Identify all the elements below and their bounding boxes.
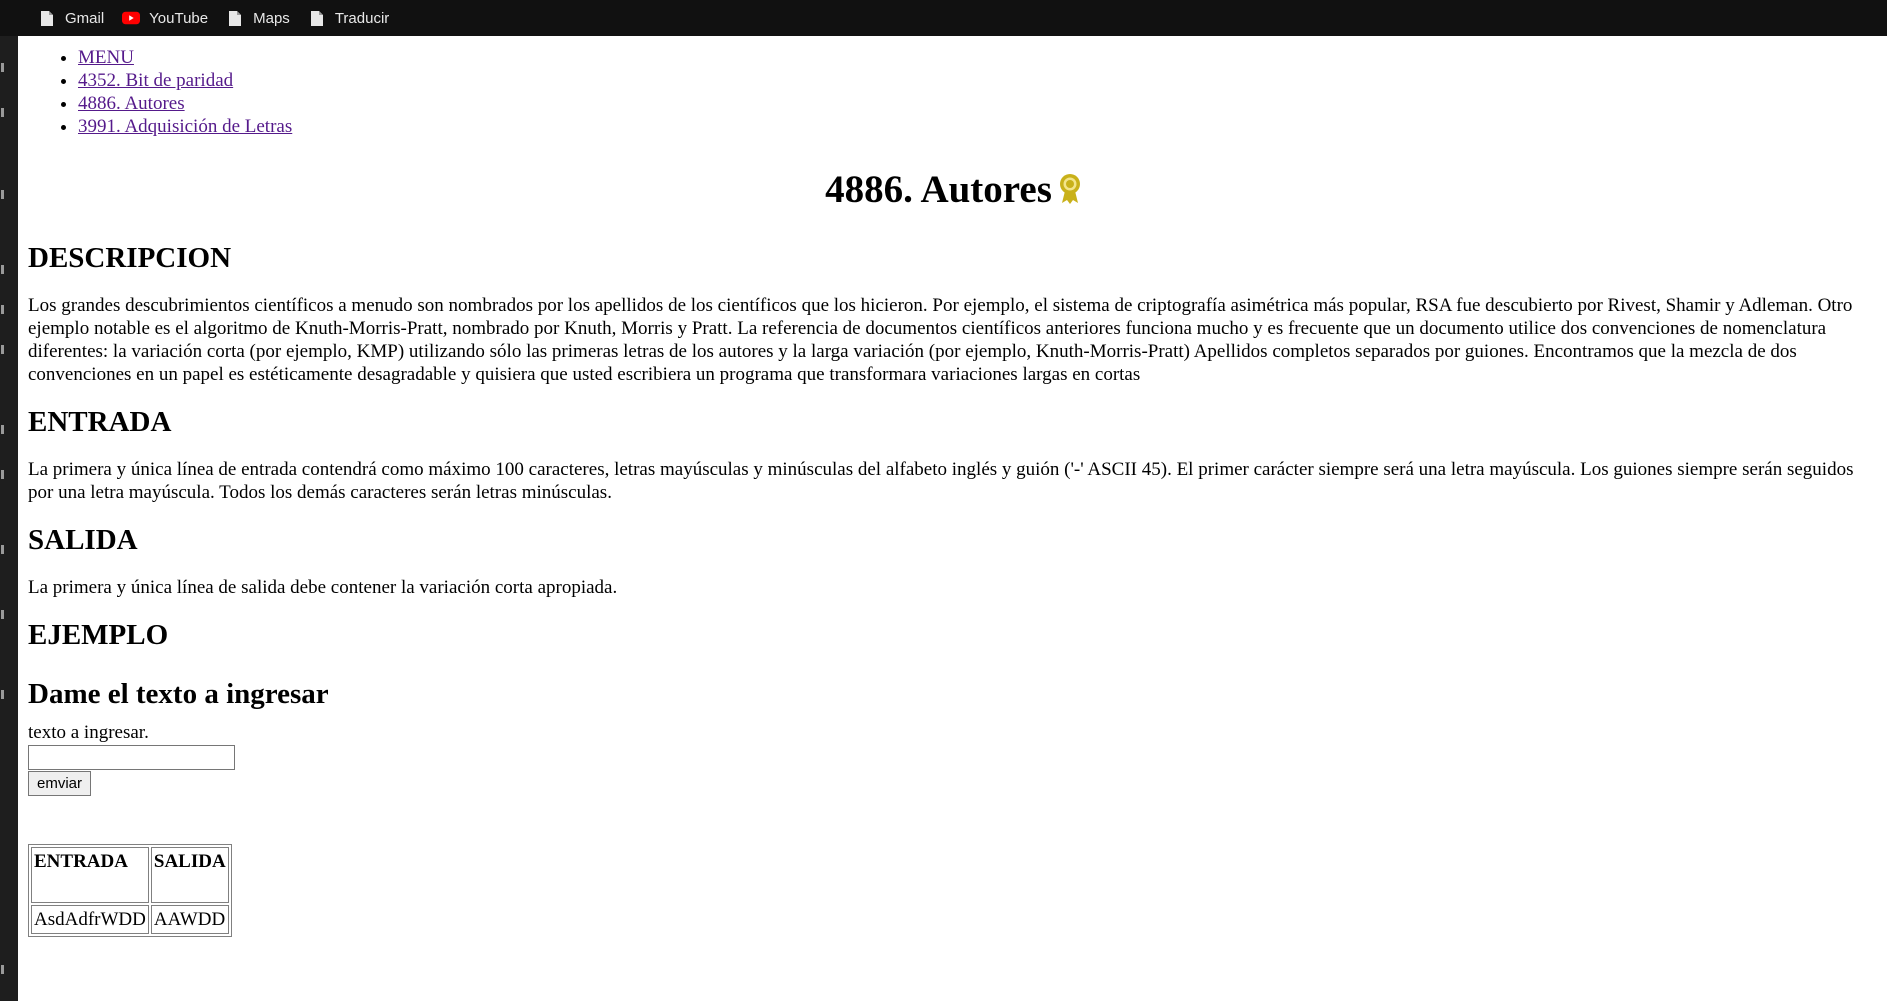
- table-header-row: ENTRADA SALIDA: [31, 847, 229, 904]
- bookmark-youtube[interactable]: YouTube: [122, 4, 208, 32]
- text-input[interactable]: [28, 745, 235, 771]
- award-ribbon-icon: [1058, 171, 1082, 215]
- section-heading-descripcion: DESCRIPCION: [28, 242, 232, 275]
- left-window-strip: [0, 0, 18, 1001]
- menu-link-adquisicion-de-letras[interactable]: 3991. Adquisición de Letras: [78, 116, 292, 137]
- salida-text: La primera y única línea de salida debe …: [28, 577, 618, 599]
- nav-menu: MENU 4352. Bit de paridad 4886. Autores …: [28, 46, 1879, 138]
- strip-marker: [1, 425, 4, 434]
- strip-marker: [1, 108, 4, 117]
- page-title-text: 4886. Autores: [825, 168, 1052, 211]
- text-form: texto a ingresar. emviar: [28, 721, 1879, 797]
- page-content: MENU 4352. Bit de paridad 4886. Autores …: [28, 36, 1879, 938]
- bookmark-gmail[interactable]: Gmail: [38, 4, 104, 32]
- page-title: 4886. Autores: [28, 168, 1879, 215]
- descripcion-text: Los grandes descubrimientos científicos …: [28, 295, 1853, 386]
- menu-item: 4352. Bit de paridad: [78, 69, 1879, 92]
- bookmark-label: Maps: [253, 9, 290, 27]
- strip-marker: [1, 690, 4, 699]
- page-icon: [308, 9, 326, 27]
- strip-marker: [1, 470, 4, 479]
- bookmark-maps[interactable]: Maps: [226, 4, 290, 32]
- strip-marker: [1, 965, 4, 974]
- table-row: AsdAdfrWDD AAWDD: [31, 905, 229, 935]
- strip-marker: [1, 63, 4, 72]
- bookmarks-bar: Gmail YouTube Maps Traducir: [0, 0, 1887, 36]
- section-heading-ejemplo: EJEMPLO: [28, 619, 169, 652]
- example-table: ENTRADA SALIDA AsdAdfrWDD AAWDD: [28, 844, 232, 938]
- bookmark-label: Traducir: [334, 9, 390, 27]
- bookmark-label: YouTube: [149, 9, 209, 27]
- menu-item: MENU: [78, 46, 1879, 69]
- strip-marker: [1, 305, 4, 314]
- entrada-text: La primera y única línea de entrada cont…: [28, 459, 1854, 504]
- form-heading: Dame el texto a ingresar: [28, 678, 329, 711]
- bookmark-traducir[interactable]: Traducir: [308, 4, 389, 32]
- page-icon: [38, 9, 56, 27]
- menu-item: 4886. Autores: [78, 92, 1879, 115]
- strip-marker: [1, 610, 4, 619]
- menu-link-autores[interactable]: 4886. Autores: [78, 93, 185, 114]
- strip-marker: [1, 190, 4, 199]
- menu-link-menu[interactable]: MENU: [78, 47, 134, 68]
- menu-item: 3991. Adquisición de Letras: [78, 115, 1879, 138]
- section-heading-salida: SALIDA: [28, 524, 138, 557]
- menu-link-bit-de-paridad[interactable]: 4352. Bit de paridad: [78, 70, 233, 91]
- page-icon: [226, 9, 244, 27]
- send-button[interactable]: emviar: [28, 771, 92, 797]
- strip-marker: [1, 345, 4, 354]
- table-cell-entrada: AsdAdfrWDD: [31, 905, 149, 935]
- strip-marker: [1, 265, 4, 274]
- table-cell-salida: AAWDD: [150, 905, 229, 935]
- column-header-entrada: ENTRADA: [31, 847, 149, 904]
- youtube-icon: [122, 9, 141, 27]
- section-heading-entrada: ENTRADA: [28, 406, 172, 439]
- bookmark-label: Gmail: [65, 9, 105, 27]
- input-label: texto a ingresar.: [28, 722, 149, 744]
- strip-marker: [1, 545, 4, 554]
- column-header-salida: SALIDA: [150, 847, 229, 904]
